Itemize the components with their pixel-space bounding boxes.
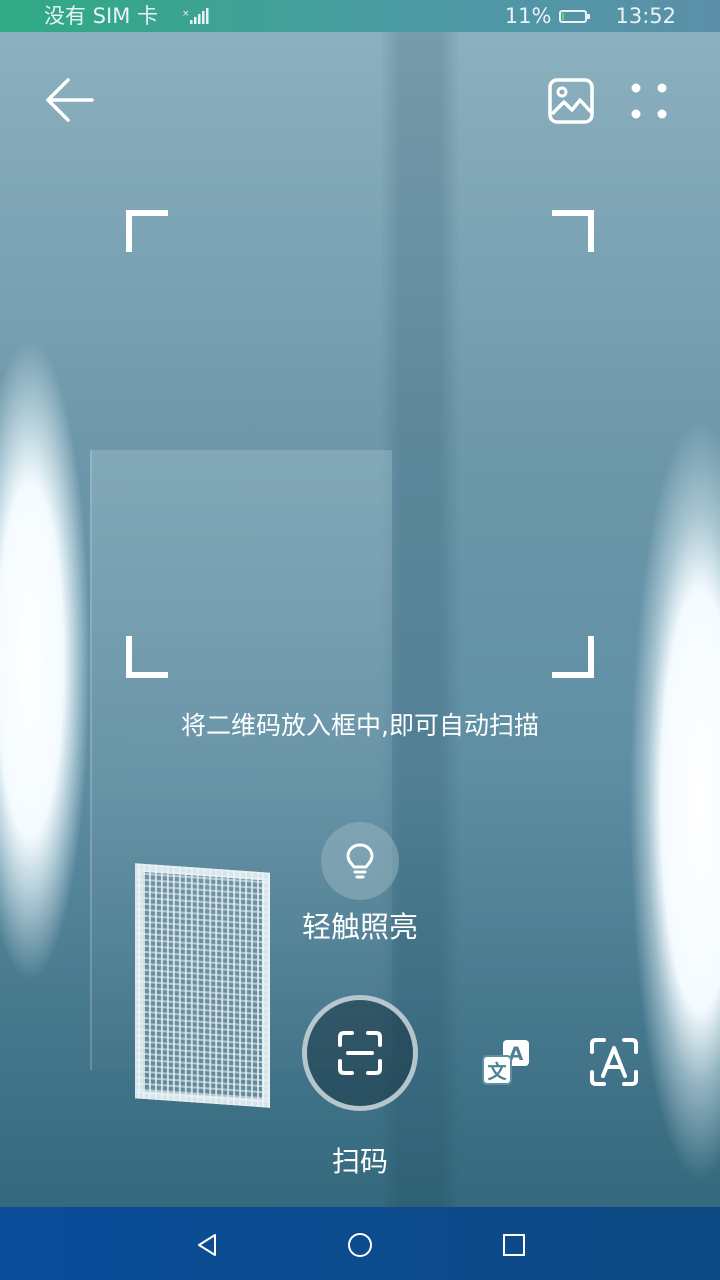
arrow-left-icon[interactable]: [44, 76, 96, 124]
carrier-text: 没有 SIM 卡: [44, 4, 158, 28]
torch-label[interactable]: 轻触照亮: [260, 904, 460, 946]
image-icon[interactable]: [548, 78, 594, 124]
svg-text:×: ×: [182, 9, 190, 19]
battery-icon: [559, 9, 591, 23]
scan-hint-text: 将二维码放入框中,即可自动扫描: [181, 711, 539, 740]
scan-code-icon: [338, 1031, 382, 1075]
camera-scene-vent: [135, 863, 270, 1108]
nav-back-icon[interactable]: [196, 1233, 218, 1257]
nav-recents-icon[interactable]: [502, 1233, 526, 1257]
signal-icon: ×: [182, 8, 209, 24]
scan-frame-corner-top-left: [126, 210, 168, 252]
scan-frame-corner-bottom-left: [126, 636, 168, 678]
svg-text:文: 文: [487, 1060, 507, 1083]
scan-frame-corner-bottom-right: [552, 636, 594, 678]
scan-frame-corner-top-right: [552, 210, 594, 252]
torch-button[interactable]: [321, 822, 399, 900]
more-dots-icon[interactable]: [628, 80, 672, 124]
navigation-bar: [0, 1207, 720, 1280]
scan-code-mode-label[interactable]: 扫码: [260, 1140, 460, 1180]
text-recognition-icon[interactable]: [590, 1038, 638, 1086]
scan-code-mode-button[interactable]: [302, 995, 418, 1111]
battery-percent: 11%: [504, 4, 552, 28]
clock: 13:52: [615, 4, 676, 28]
lightbulb-icon: [346, 843, 374, 879]
nav-home-icon[interactable]: [347, 1232, 373, 1258]
translate-icon[interactable]: A 文: [481, 1038, 531, 1086]
status-bar: 没有 SIM 卡 × 11% 13:52: [0, 0, 720, 32]
